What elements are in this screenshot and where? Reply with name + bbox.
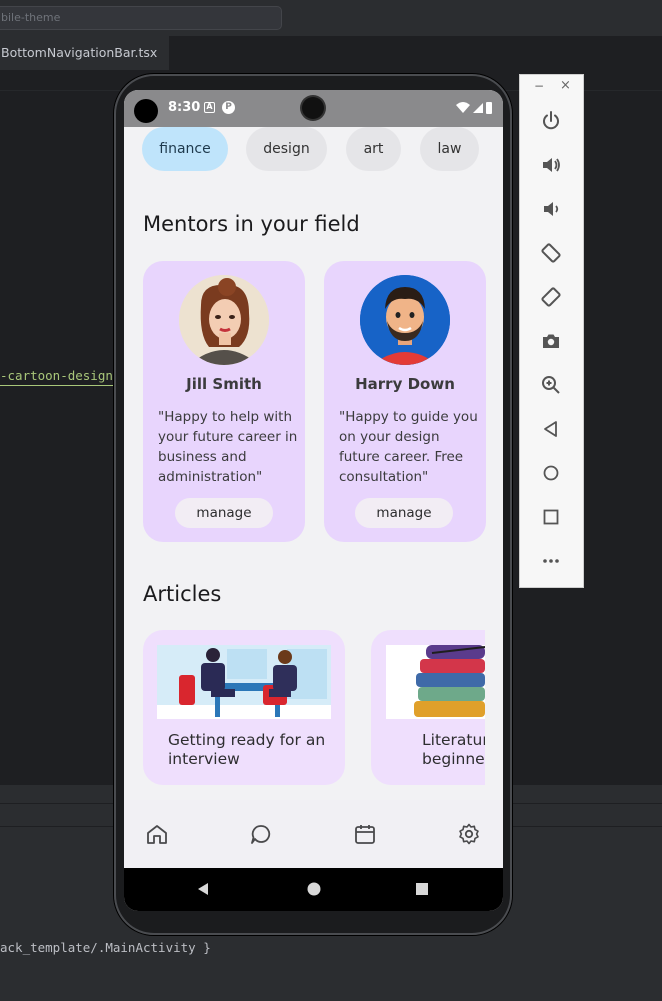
avatar (179, 275, 269, 365)
front-camera-icon (134, 99, 158, 123)
close-button[interactable]: × (560, 78, 571, 93)
ide-log-line: ack_template/.MainActivity } (0, 940, 211, 955)
system-back-icon[interactable] (196, 882, 210, 896)
more-icon[interactable] (540, 550, 562, 572)
manage-button[interactable]: manage (355, 498, 453, 528)
system-recents-icon[interactable] (415, 882, 429, 896)
avatar (360, 275, 450, 365)
bottom-navigation-bar (124, 800, 503, 868)
system-home-icon[interactable] (306, 881, 322, 897)
home-circle-icon[interactable] (540, 462, 562, 484)
mentors-title: Mentors in your field (143, 212, 360, 236)
back-icon[interactable] (540, 418, 562, 440)
article-card[interactable]: Getting ready for an interview (143, 630, 345, 785)
system-navigation-bar (124, 868, 503, 911)
ide-search-input[interactable]: bile-theme (0, 6, 282, 30)
camera-icon[interactable] (540, 330, 562, 352)
mentor-name: Jill Smith (186, 375, 262, 393)
notification-p-icon: P (222, 101, 235, 114)
volume-up-icon[interactable] (540, 154, 562, 176)
status-bar: 8:30 A P (124, 90, 503, 127)
ide-tab[interactable]: BottomNavigationBar.tsx (0, 36, 170, 70)
punch-hole-camera-icon (302, 97, 324, 119)
article-card[interactable]: Literatur beginner (371, 630, 485, 785)
mentor-name: Harry Down (355, 375, 455, 393)
rotate-left-icon[interactable] (540, 242, 562, 264)
article-title: Literatur beginner (422, 731, 485, 768)
power-icon[interactable] (540, 110, 562, 132)
emulator-toolbar: − × (519, 74, 584, 588)
notification-a-icon: A (204, 102, 215, 113)
zoom-icon[interactable] (540, 374, 562, 396)
calendar-icon[interactable] (353, 822, 377, 846)
chip-finance[interactable]: finance (142, 127, 228, 171)
mentor-card[interactable]: Jill Smith "Happy to help with your futu… (143, 261, 305, 542)
mentor-quote: "Happy to help with your future career i… (158, 409, 298, 485)
signal-battery-icon (456, 102, 492, 114)
chip-art[interactable]: art (346, 127, 401, 171)
chat-icon[interactable] (249, 822, 273, 846)
phone-screen: 8:30 A P finance design art law Mentors … (124, 90, 503, 911)
manage-button[interactable]: manage (175, 498, 273, 528)
articles-title: Articles (143, 582, 222, 606)
mentor-quote: "Happy to guide you on your design futur… (339, 409, 478, 485)
chip-law[interactable]: law (420, 127, 479, 171)
volume-down-icon[interactable] (540, 198, 562, 220)
article-title: Getting ready for an interview (168, 731, 326, 768)
ide-code-snippet: -cartoon-design (0, 366, 114, 386)
settings-icon[interactable] (457, 822, 481, 846)
chip-design[interactable]: design (246, 127, 327, 171)
article-image-interview (157, 645, 331, 719)
status-time: 8:30 (168, 100, 201, 115)
overview-icon[interactable] (540, 506, 562, 528)
rotate-right-icon[interactable] (540, 286, 562, 308)
home-icon[interactable] (145, 822, 169, 846)
article-image-books (386, 645, 485, 719)
minimize-button[interactable]: − (534, 79, 544, 93)
mentor-card[interactable]: Harry Down "Happy to guide you on your d… (324, 261, 486, 542)
